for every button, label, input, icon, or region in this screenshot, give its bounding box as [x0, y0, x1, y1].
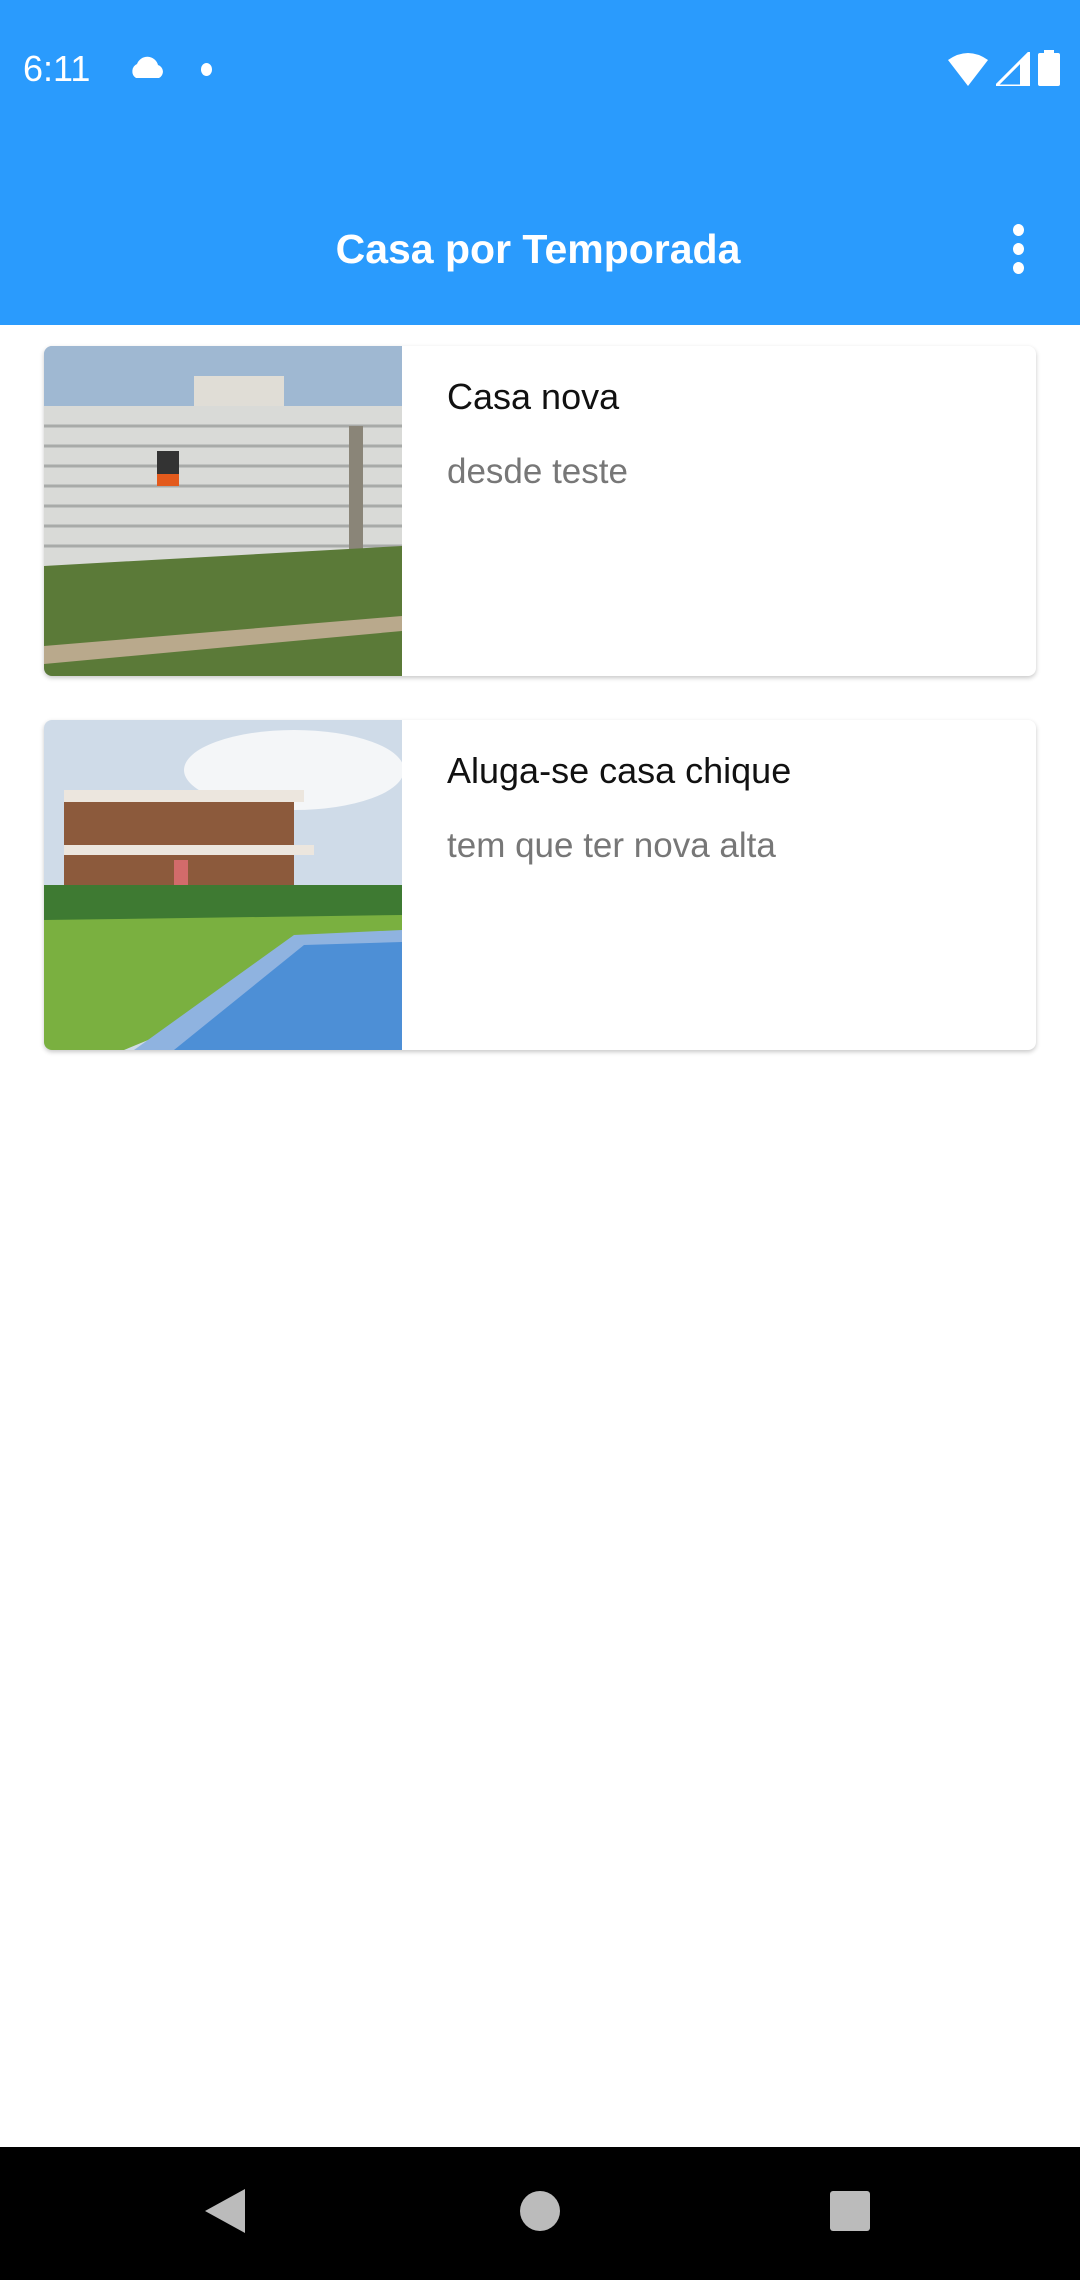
- status-time: 6:11: [23, 48, 91, 89]
- more-vert-icon: [1012, 224, 1024, 236]
- listing-title: Casa nova: [447, 376, 620, 417]
- navigation-bar: [0, 2147, 1080, 2280]
- listing-image: [44, 346, 402, 676]
- cloud-icon: [132, 56, 163, 78]
- recents-button[interactable]: [830, 2189, 870, 2238]
- home-button[interactable]: [520, 2189, 560, 2238]
- battery-icon: [1038, 50, 1060, 86]
- more-options-button[interactable]: [1006, 224, 1030, 274]
- back-icon: [205, 2189, 245, 2233]
- listing-description: tem que ter nova alta: [447, 826, 776, 865]
- page-title: Casa por Temporada: [335, 226, 741, 272]
- status-bar: 6:11: [0, 44, 1080, 94]
- notification-dot-icon: [201, 63, 212, 76]
- back-button[interactable]: [205, 2189, 245, 2238]
- signal-icon: [996, 52, 1030, 86]
- recents-icon: [830, 2191, 870, 2231]
- listing-card[interactable]: Aluga-se casa chique tem que ter nova al…: [44, 720, 1036, 1050]
- wifi-icon: [948, 53, 988, 86]
- listing-image: [44, 720, 402, 1050]
- home-icon: [520, 2191, 560, 2231]
- listing-card[interactable]: Casa nova desde teste: [44, 346, 1036, 676]
- listing-title: Aluga-se casa chique: [447, 750, 792, 791]
- listing-description: desde teste: [447, 452, 628, 491]
- app-header: 6:11 Casa por Temporada: [0, 0, 1080, 325]
